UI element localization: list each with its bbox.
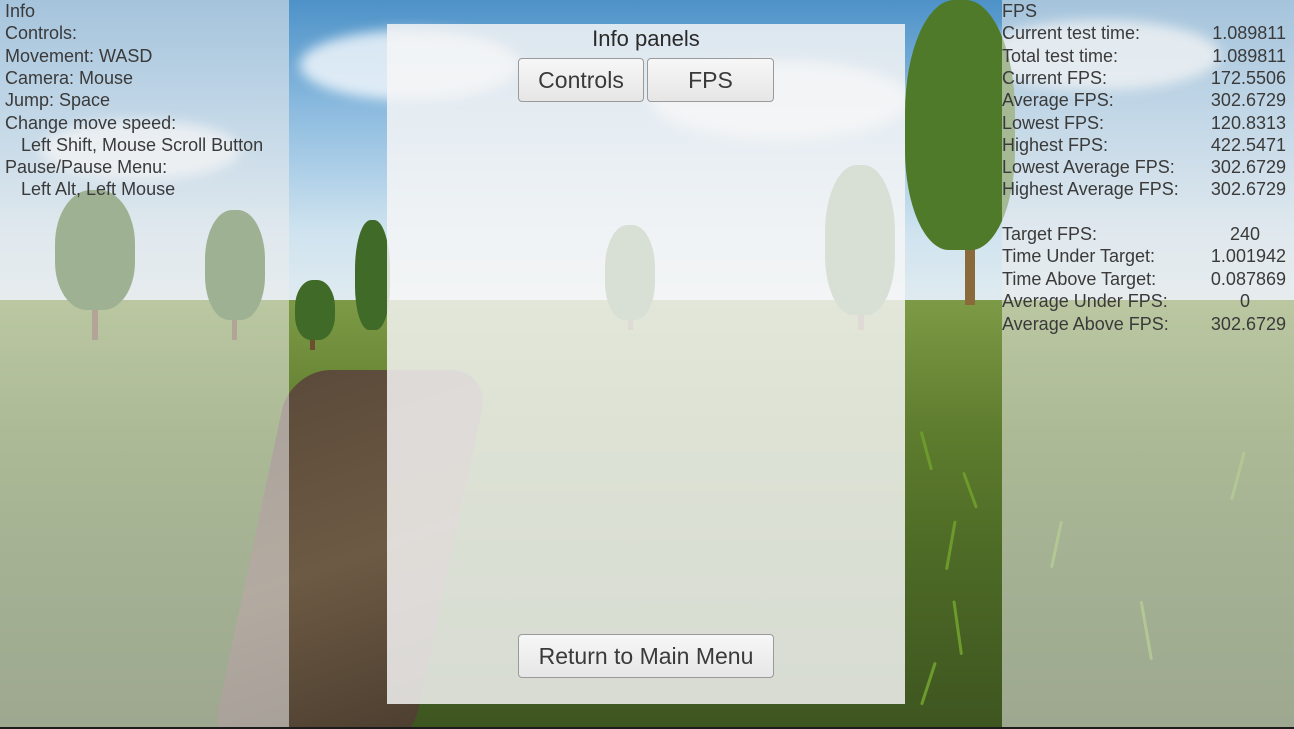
target-stat-row: Time Under Target: 1.001942 <box>1002 245 1286 267</box>
fps-stat-row: Lowest FPS: 120.8313 <box>1002 112 1286 134</box>
target-stat-row: Time Above Target: 0.087869 <box>1002 268 1286 290</box>
stat-label: Target FPS: <box>1002 224 1098 244</box>
stat-label: Current FPS: <box>1002 68 1108 88</box>
target-stat-row: Average Under FPS: 0 <box>1002 290 1286 312</box>
stat-label: Average FPS: <box>1002 90 1114 110</box>
stat-value: 302.6729 <box>1210 314 1286 334</box>
movement-hint: Movement: WASD <box>5 46 153 66</box>
stat-value: 302.6729 <box>1210 179 1286 199</box>
stat-label: Total test time: <box>1002 46 1119 66</box>
fps-title: FPS <box>1002 1 1038 21</box>
controls-heading: Controls: <box>5 23 78 43</box>
stat-label: Lowest Average FPS: <box>1002 157 1175 177</box>
target-stat-row: Average Above FPS: 302.6729 <box>1002 313 1286 335</box>
stat-label: Highest Average FPS: <box>1002 179 1179 199</box>
fps-stat-row: Highest FPS: 422.5471 <box>1002 134 1286 156</box>
info-panels-title: Info panels <box>592 26 700 51</box>
fps-stat-row: Highest Average FPS: 302.6729 <box>1002 178 1286 200</box>
fps-stat-row: Lowest Average FPS: 302.6729 <box>1002 156 1286 178</box>
change-speed-heading: Change move speed: <box>5 113 177 133</box>
stat-value: 422.5471 <box>1210 135 1286 155</box>
stat-label: Average Under FPS: <box>1002 291 1168 311</box>
target-stat-row: Target FPS: 240 <box>1002 223 1286 245</box>
info-title: Info <box>5 1 36 21</box>
info-panels-window <box>387 24 905 704</box>
stat-value: 0.087869 <box>1210 269 1286 289</box>
fps-stat-row: Total test time: 1.089811 <box>1002 45 1286 67</box>
stat-label: Highest FPS: <box>1002 135 1109 155</box>
stat-value: 1.089811 <box>1212 23 1286 43</box>
stat-label: Lowest FPS: <box>1002 113 1105 133</box>
jump-hint: Jump: Space <box>5 90 111 110</box>
controls-button[interactable]: Controls <box>518 58 644 102</box>
change-speed-keys: Left Shift, Mouse Scroll Button <box>21 135 264 155</box>
pause-keys: Left Alt, Left Mouse <box>21 179 176 199</box>
stat-label: Time Above Target: <box>1002 269 1157 289</box>
stat-label: Average Above FPS: <box>1002 314 1169 334</box>
stat-value: 172.5506 <box>1210 68 1286 88</box>
camera-hint: Camera: Mouse <box>5 68 134 88</box>
stat-value: 240 <box>1229 224 1261 244</box>
stat-value: 120.8313 <box>1210 113 1286 133</box>
stat-value: 1.001942 <box>1210 246 1286 266</box>
stat-value: 1.089811 <box>1212 46 1286 66</box>
fps-stat-row: Average FPS: 302.6729 <box>1002 89 1286 111</box>
stat-value: 0 <box>1239 291 1250 311</box>
fps-button[interactable]: FPS <box>647 58 774 102</box>
stat-label: Time Under Target: <box>1002 246 1156 266</box>
pause-heading: Pause/Pause Menu: <box>5 157 168 177</box>
return-to-main-menu-button[interactable]: Return to Main Menu <box>518 634 774 678</box>
stat-value: 302.6729 <box>1210 157 1286 177</box>
fps-stat-row: Current FPS: 172.5506 <box>1002 67 1286 89</box>
stat-label: Current test time: <box>1002 23 1141 43</box>
fps-stat-row: Current test time: 1.089811 <box>1002 22 1286 44</box>
stat-value: 302.6729 <box>1210 90 1286 110</box>
